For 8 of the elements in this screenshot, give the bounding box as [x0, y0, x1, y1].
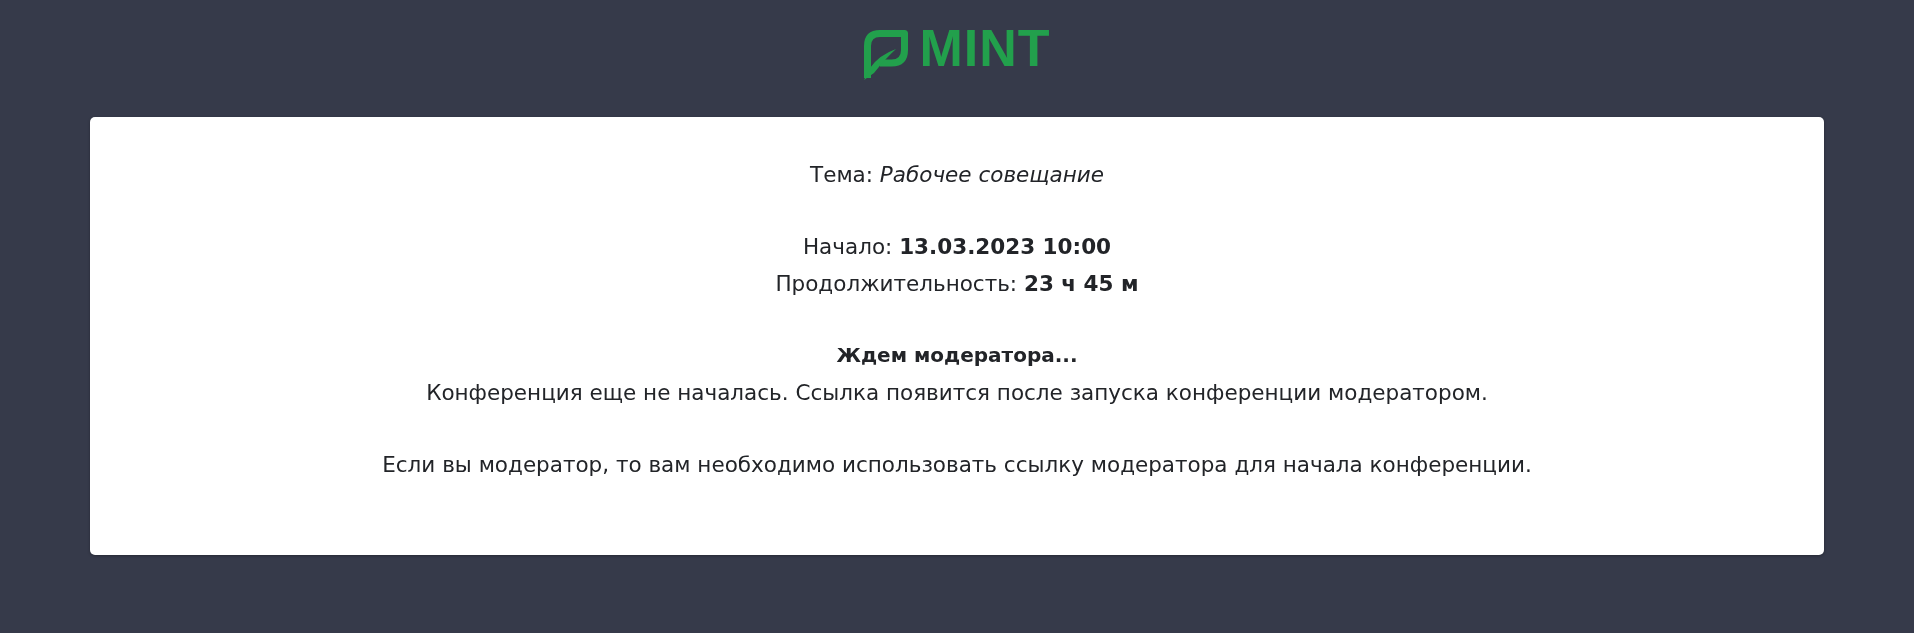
message-text: Если вы модератор, то вам необходимо использовать ссылку модератора для начала конференции. [382, 451, 1532, 479]
message-text: Конференция еще не началась. Ссылка появится после запуска конференции модератором. [426, 379, 1488, 407]
detail-text: Продолжительность: 23 ч 45 м [775, 270, 1139, 298]
status-heading: Ждем модератора... [836, 342, 1078, 369]
leaf-logo-icon [863, 29, 910, 80]
detail-text: Начало: 13.03.2023 10:00 [802, 233, 1112, 261]
detail-text: Тема: Рабочее совещание [810, 161, 1104, 189]
logo-text: MINT [919, 28, 1051, 68]
